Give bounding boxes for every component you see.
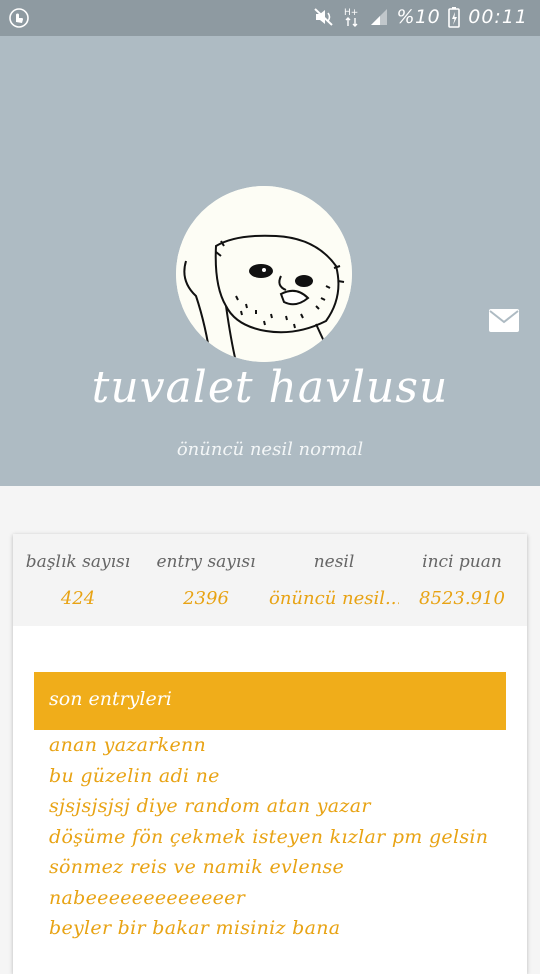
stat-value: önüncü nesil... bbox=[269, 588, 399, 609]
envelope-icon[interactable] bbox=[488, 308, 520, 333]
touch-icon bbox=[9, 8, 29, 28]
recent-entries-title: son entryleri bbox=[49, 688, 172, 710]
avatar[interactable] bbox=[176, 186, 352, 362]
generation-label: önüncü nesil normal bbox=[176, 439, 364, 460]
username: tuvalet havlusu bbox=[91, 362, 449, 413]
list-item[interactable]: döşüme fön çekmek isteyen kızlar pm gels… bbox=[34, 822, 506, 853]
list-item[interactable]: nabeeeeeeeeeeeeer bbox=[34, 883, 506, 914]
recent-entries-list: anan yazarkenn bu güzelin adi ne sjsjsjs… bbox=[34, 730, 506, 944]
mute-icon bbox=[313, 8, 333, 26]
stat-label: başlık sayısı bbox=[25, 552, 131, 572]
clock: 00:11 bbox=[468, 6, 528, 28]
svg-text:H+: H+ bbox=[344, 8, 358, 18]
profile-card: başlık sayısı 424 entry sayısı 2396 nesi… bbox=[13, 534, 527, 974]
stat-value: 8523.910 bbox=[419, 588, 505, 609]
data-arrows-icon: H+ bbox=[344, 8, 358, 27]
list-item[interactable]: bu güzelin adi ne bbox=[34, 761, 506, 792]
list-item[interactable]: beyler bir bakar misiniz bana bbox=[34, 913, 506, 944]
recent-entries-header: son entryleri bbox=[34, 672, 506, 730]
battery-percent: %10 bbox=[396, 6, 441, 28]
list-item[interactable]: sönmez reis ve namik evlense bbox=[34, 852, 506, 883]
stat-value: 2396 bbox=[183, 588, 229, 609]
list-item[interactable]: anan yazarkenn bbox=[34, 730, 506, 761]
stat-label: inci puan bbox=[422, 552, 502, 572]
stat-label: nesil bbox=[313, 552, 355, 572]
stat-label: entry sayısı bbox=[156, 552, 256, 572]
list-item[interactable]: sjsjsjsjsj diye random atan yazar bbox=[34, 791, 506, 822]
stat-value: 424 bbox=[60, 588, 96, 609]
battery-charging-icon bbox=[448, 7, 461, 28]
derp-face-avatar bbox=[176, 186, 352, 362]
profile-header: tuvalet havlusu önüncü nesil normal bbox=[0, 36, 540, 486]
status-bar: H+ %10 00:11 bbox=[0, 0, 540, 36]
signal-icon bbox=[370, 9, 387, 25]
stats-bar: başlık sayısı 424 entry sayısı 2396 nesi… bbox=[13, 534, 527, 626]
